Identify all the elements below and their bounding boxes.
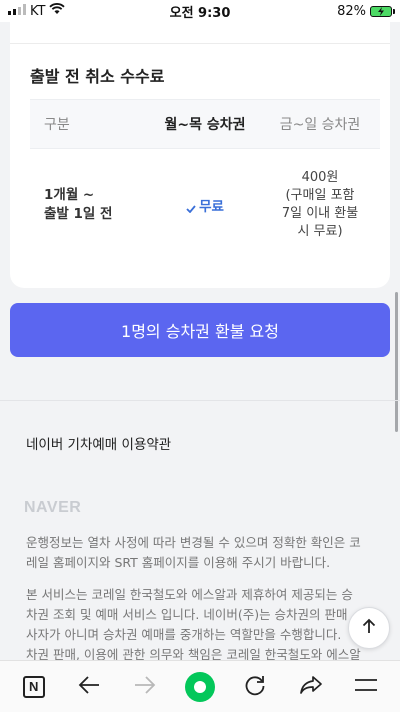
weekday-fee: 무료 [150, 195, 260, 215]
carrier-label: KT [30, 3, 46, 19]
green-dot-icon [184, 671, 215, 702]
fee-table-header: 구분 월~목 승차권 금~일 승차권 [30, 99, 380, 149]
header-weekday[interactable]: 월~목 승차권 [150, 114, 260, 134]
weekend-fee-line: 시 무료) [297, 224, 343, 239]
signal-icon [8, 3, 26, 19]
green-dot-button[interactable] [180, 667, 220, 707]
footer-disclaimer-line: 사자가 아니며 승차권 예매를 중개하는 역할만을 수행합니다. [26, 627, 342, 642]
header-weekend[interactable]: 금~일 승차권 [260, 114, 380, 134]
fee-table: 구분 월~목 승차권 금~일 승차권 1개월 ~ 출발 1일 전 무료 400원… [30, 99, 380, 261]
reload-icon [243, 673, 267, 701]
status-bar: KT 오전 9:30 82% [0, 0, 400, 22]
refund-request-button[interactable]: 1명의 승차권 환불 요청 [10, 303, 390, 357]
wifi-icon [49, 3, 66, 19]
battery-percent: 82% [337, 3, 366, 19]
footer-notice-line: 운행정보는 열차 사정에 따라 변경될 수 있으며 정확한 확인은 코 [26, 535, 361, 550]
battery-charging-icon [370, 5, 395, 17]
footer-notice: 운행정보는 열차 사정에 따라 변경될 수 있으며 정확한 확인은 코 레일 홈… [26, 533, 376, 573]
check-icon [186, 201, 196, 214]
fee-section-title: 출발 전 취소 수수료 [30, 67, 165, 86]
forward-button[interactable] [125, 667, 165, 707]
back-button[interactable] [69, 667, 109, 707]
scrollbar[interactable] [395, 292, 398, 432]
menu-button[interactable] [346, 667, 386, 707]
header-category: 구분 [44, 117, 70, 133]
share-icon [299, 674, 323, 700]
reload-button[interactable] [235, 667, 275, 707]
table-row: 1개월 ~ 출발 1일 전 무료 400원 (구매일 포함 7일 이내 환불 시… [30, 149, 380, 261]
footer-disclaimer-line: 차권 조회 및 예매 서비스 입니다. 네이버(주)는 승차권의 판매 [26, 607, 348, 622]
footer-disclaimer-line: 차권 판매, 이용에 관한 의무와 책임은 코레일 한국철도와 에스알 [26, 647, 361, 660]
footer-notice-line: 레일 홈페이지와 SRT 홈페이지를 이용해 주시기 바랍니다. [26, 555, 331, 570]
weekend-fee-line: (구매일 포함 [285, 188, 355, 203]
fee-period-line1: 1개월 ~ [44, 187, 95, 203]
status-time: 오전 9:30 [169, 5, 231, 21]
menu-icon [354, 677, 378, 697]
naver-logo: NAVER [24, 499, 82, 516]
arrow-up-icon [360, 617, 378, 639]
section-divider [0, 400, 400, 401]
fee-period: 1개월 ~ 출발 1일 전 [30, 186, 150, 224]
footer-disclaimer: 본 서비스는 코레일 한국철도와 에스알과 제휴하여 제공되는 승 차권 조회 … [26, 585, 376, 660]
cancellation-fee-card: 출발 전 취소 수수료 구분 월~목 승차권 금~일 승차권 1개월 ~ 출발 … [10, 0, 390, 288]
browser-toolbar: N [0, 660, 400, 712]
naver-n-icon: N [22, 675, 45, 698]
forward-arrow-icon [133, 675, 157, 699]
fee-period-line2: 출발 1일 전 [44, 206, 113, 222]
weekend-fee-line: 400원 [301, 170, 339, 185]
card-top-divider [10, 22, 390, 44]
footer-disclaimer-line: 본 서비스는 코레일 한국철도와 에스알과 제휴하여 제공되는 승 [26, 587, 353, 602]
share-button[interactable] [291, 667, 331, 707]
back-arrow-icon [77, 675, 101, 699]
naver-home-button[interactable]: N [14, 667, 54, 707]
scroll-to-top-button[interactable] [348, 607, 390, 649]
terms-link[interactable]: 네이버 기차예매 이용약관 [26, 433, 171, 453]
weekday-fee-value: 무료 [199, 199, 224, 215]
weekend-fee: 400원 (구매일 포함 7일 이내 환불 시 무료) [260, 169, 380, 241]
weekend-fee-line: 7일 이내 환불 [281, 206, 359, 221]
